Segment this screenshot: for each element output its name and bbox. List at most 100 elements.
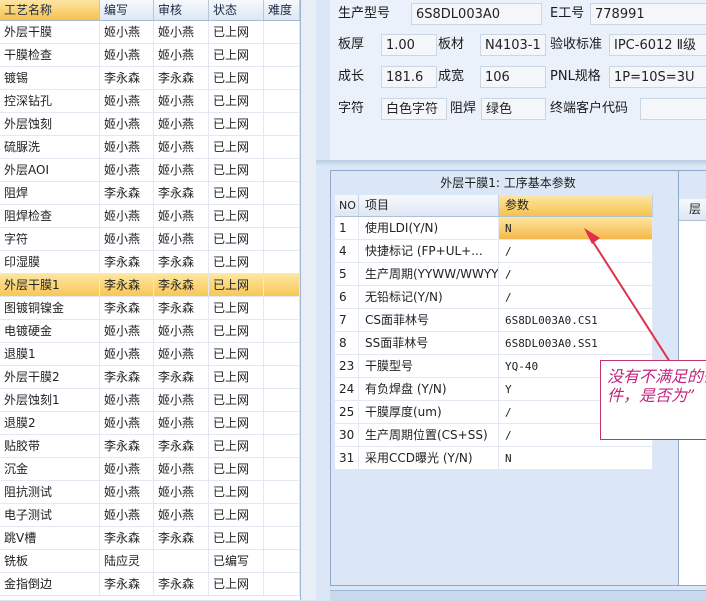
process-row[interactable]: 印湿膜 李永森 李永森 已上网 [0, 251, 300, 274]
param-cell-value[interactable]: N [499, 217, 653, 240]
param-row[interactable]: 31 采用CCD曝光 (Y/N) N [335, 447, 653, 470]
param-cell-value[interactable]: 6S8DL003A0.CS1 [499, 309, 653, 332]
param-cell-value[interactable]: / [499, 240, 653, 263]
process-row[interactable]: 外层AOI 姬小燕 姬小燕 已上网 [0, 159, 300, 182]
process-cell-reviewer: 姬小燕 [154, 389, 209, 412]
param-cell-no: 5 [335, 263, 359, 286]
param-cell-value[interactable]: N [499, 447, 653, 470]
process-row[interactable]: 金指倒边 李永森 李永森 已上网 [0, 573, 300, 596]
character-field[interactable]: 白色字符 [381, 98, 447, 120]
param-cell-value[interactable]: / [499, 263, 653, 286]
param-cell-item: 干膜厚度(um) [359, 401, 499, 424]
process-cell-diff [264, 389, 300, 412]
param-cell-no: 4 [335, 240, 359, 263]
solder-mask-field[interactable]: 绿色 [481, 98, 546, 120]
process-row[interactable]: 阻抗测试 姬小燕 姬小燕 已上网 [0, 481, 300, 504]
standard-label: 验收标准 [550, 37, 603, 52]
length-field[interactable]: 181.6 [381, 66, 437, 88]
width-field[interactable]: 106 [480, 66, 546, 88]
header-status[interactable]: 状态 [209, 0, 264, 20]
header-layer[interactable]: 层 [689, 199, 701, 220]
pnl-field[interactable]: 1P=10S=3U [609, 66, 706, 88]
process-row[interactable]: 外层蚀刻1 姬小燕 姬小燕 已上网 [0, 389, 300, 412]
process-row[interactable]: 铣板 陆应灵 已编写 [0, 550, 300, 573]
header-process-name[interactable]: 工艺名称 [0, 0, 100, 20]
process-cell-reviewer: 姬小燕 [154, 504, 209, 527]
process-cell-diff [264, 90, 300, 113]
process-cell-reviewer: 李永森 [154, 251, 209, 274]
customer-code-field[interactable] [640, 98, 706, 120]
process-cell-status: 已上网 [209, 251, 264, 274]
param-cell-no: 25 [335, 401, 359, 424]
param-row[interactable]: 1 使用LDI(Y/N) N [335, 217, 653, 240]
param-cell-no: 23 [335, 355, 359, 378]
param-row[interactable]: 7 CS面菲林号 6S8DL003A0.CS1 [335, 309, 653, 332]
process-row[interactable]: 退膜1 姬小燕 姬小燕 已上网 [0, 343, 300, 366]
process-cell-diff [264, 320, 300, 343]
model-field[interactable]: 6S8DL003A0 [411, 3, 542, 25]
process-cell-diff [264, 21, 300, 44]
process-cell-writer: 李永森 [100, 274, 154, 297]
process-row[interactable]: 硫脲洗 姬小燕 姬小燕 已上网 [0, 136, 300, 159]
process-cell-name: 镀锡 [0, 67, 100, 90]
process-row[interactable]: 电子测试 姬小燕 姬小燕 已上网 [0, 504, 300, 527]
length-label: 成长 [338, 69, 365, 84]
process-cell-reviewer: 姬小燕 [154, 228, 209, 251]
thickness-field[interactable]: 1.00 [381, 34, 437, 56]
header-difficulty[interactable]: 难度 [264, 0, 300, 20]
process-row[interactable]: 外层蚀刻 姬小燕 姬小燕 已上网 [0, 113, 300, 136]
process-cell-writer: 李永森 [100, 182, 154, 205]
process-row[interactable]: 阻焊 李永森 李永森 已上网 [0, 182, 300, 205]
process-cell-reviewer: 姬小燕 [154, 343, 209, 366]
param-cell-value[interactable]: / [499, 286, 653, 309]
process-row[interactable]: 跳V槽 李永森 李永森 已上网 [0, 527, 300, 550]
process-cell-diff [264, 159, 300, 182]
param-cell-item: 采用CCD曝光 (Y/N) [359, 447, 499, 470]
process-cell-name: 阻抗测试 [0, 481, 100, 504]
process-cell-name: 跳V槽 [0, 527, 100, 550]
process-row[interactable]: 干膜检查 姬小燕 姬小燕 已上网 [0, 44, 300, 67]
process-row[interactable]: 贴胶带 李永森 李永森 已上网 [0, 435, 300, 458]
process-cell-writer: 姬小燕 [100, 159, 154, 182]
process-row[interactable]: 退膜2 姬小燕 姬小燕 已上网 [0, 412, 300, 435]
process-row[interactable]: 字符 姬小燕 姬小燕 已上网 [0, 228, 300, 251]
process-row[interactable]: 电镀硬金 姬小燕 姬小燕 已上网 [0, 320, 300, 343]
splitter[interactable] [316, 160, 706, 166]
process-row[interactable]: 外层干膜2 李永森 李永森 已上网 [0, 366, 300, 389]
header-writer[interactable]: 编写 [100, 0, 154, 20]
param-cell-value[interactable]: 6S8DL003A0.SS1 [499, 332, 653, 355]
process-cell-writer: 姬小燕 [100, 136, 154, 159]
header-reviewer[interactable]: 审核 [154, 0, 209, 20]
header-value[interactable]: 参数 [499, 195, 653, 216]
process-cell-diff [264, 228, 300, 251]
process-cell-reviewer: 李永森 [154, 435, 209, 458]
param-row[interactable]: 6 无铅标记(Y/N) / [335, 286, 653, 309]
process-row[interactable]: 镀锡 李永森 李永森 已上网 [0, 67, 300, 90]
param-row[interactable]: 8 SS面菲林号 6S8DL003A0.SS1 [335, 332, 653, 355]
process-cell-reviewer: 姬小燕 [154, 159, 209, 182]
material-field[interactable]: N4103-1 [480, 34, 546, 56]
params-grid-header: NO 项目 参数 [335, 195, 653, 217]
process-row[interactable]: 外层干膜1 李永森 李永森 已上网 [0, 274, 300, 297]
customer-code-label: 终端客户代码 [550, 101, 629, 116]
param-cell-no: 1 [335, 217, 359, 240]
process-row[interactable]: 控深钻孔 姬小燕 姬小燕 已上网 [0, 90, 300, 113]
process-cell-reviewer: 姬小燕 [154, 481, 209, 504]
param-row[interactable]: 4 快捷标记 (FP+UL+... / [335, 240, 653, 263]
process-cell-reviewer: 李永森 [154, 297, 209, 320]
process-list-scrollbar[interactable] [301, 0, 317, 600]
process-cell-diff [264, 481, 300, 504]
header-item[interactable]: 项目 [359, 195, 499, 216]
header-no[interactable]: NO [335, 195, 359, 216]
annotation-callout: 没有不满足的条件，是否为” [600, 360, 706, 440]
standard-field[interactable]: IPC-6012 Ⅱ级 [609, 34, 706, 56]
param-row[interactable]: 5 生产周期(YYWW/WWYY) / [335, 263, 653, 286]
process-row[interactable]: 沉金 姬小燕 姬小燕 已上网 [0, 458, 300, 481]
process-row[interactable]: 图镀铜镍金 李永森 李永森 已上网 [0, 297, 300, 320]
e-number-field[interactable]: 778991 [590, 3, 706, 25]
process-cell-name: 外层干膜 [0, 21, 100, 44]
process-row[interactable]: 外层干膜 姬小燕 姬小燕 已上网 [0, 21, 300, 44]
e-number-label: E工号 [550, 6, 585, 21]
process-row[interactable]: 阻焊检查 姬小燕 姬小燕 已上网 [0, 205, 300, 228]
process-cell-reviewer: 姬小燕 [154, 320, 209, 343]
